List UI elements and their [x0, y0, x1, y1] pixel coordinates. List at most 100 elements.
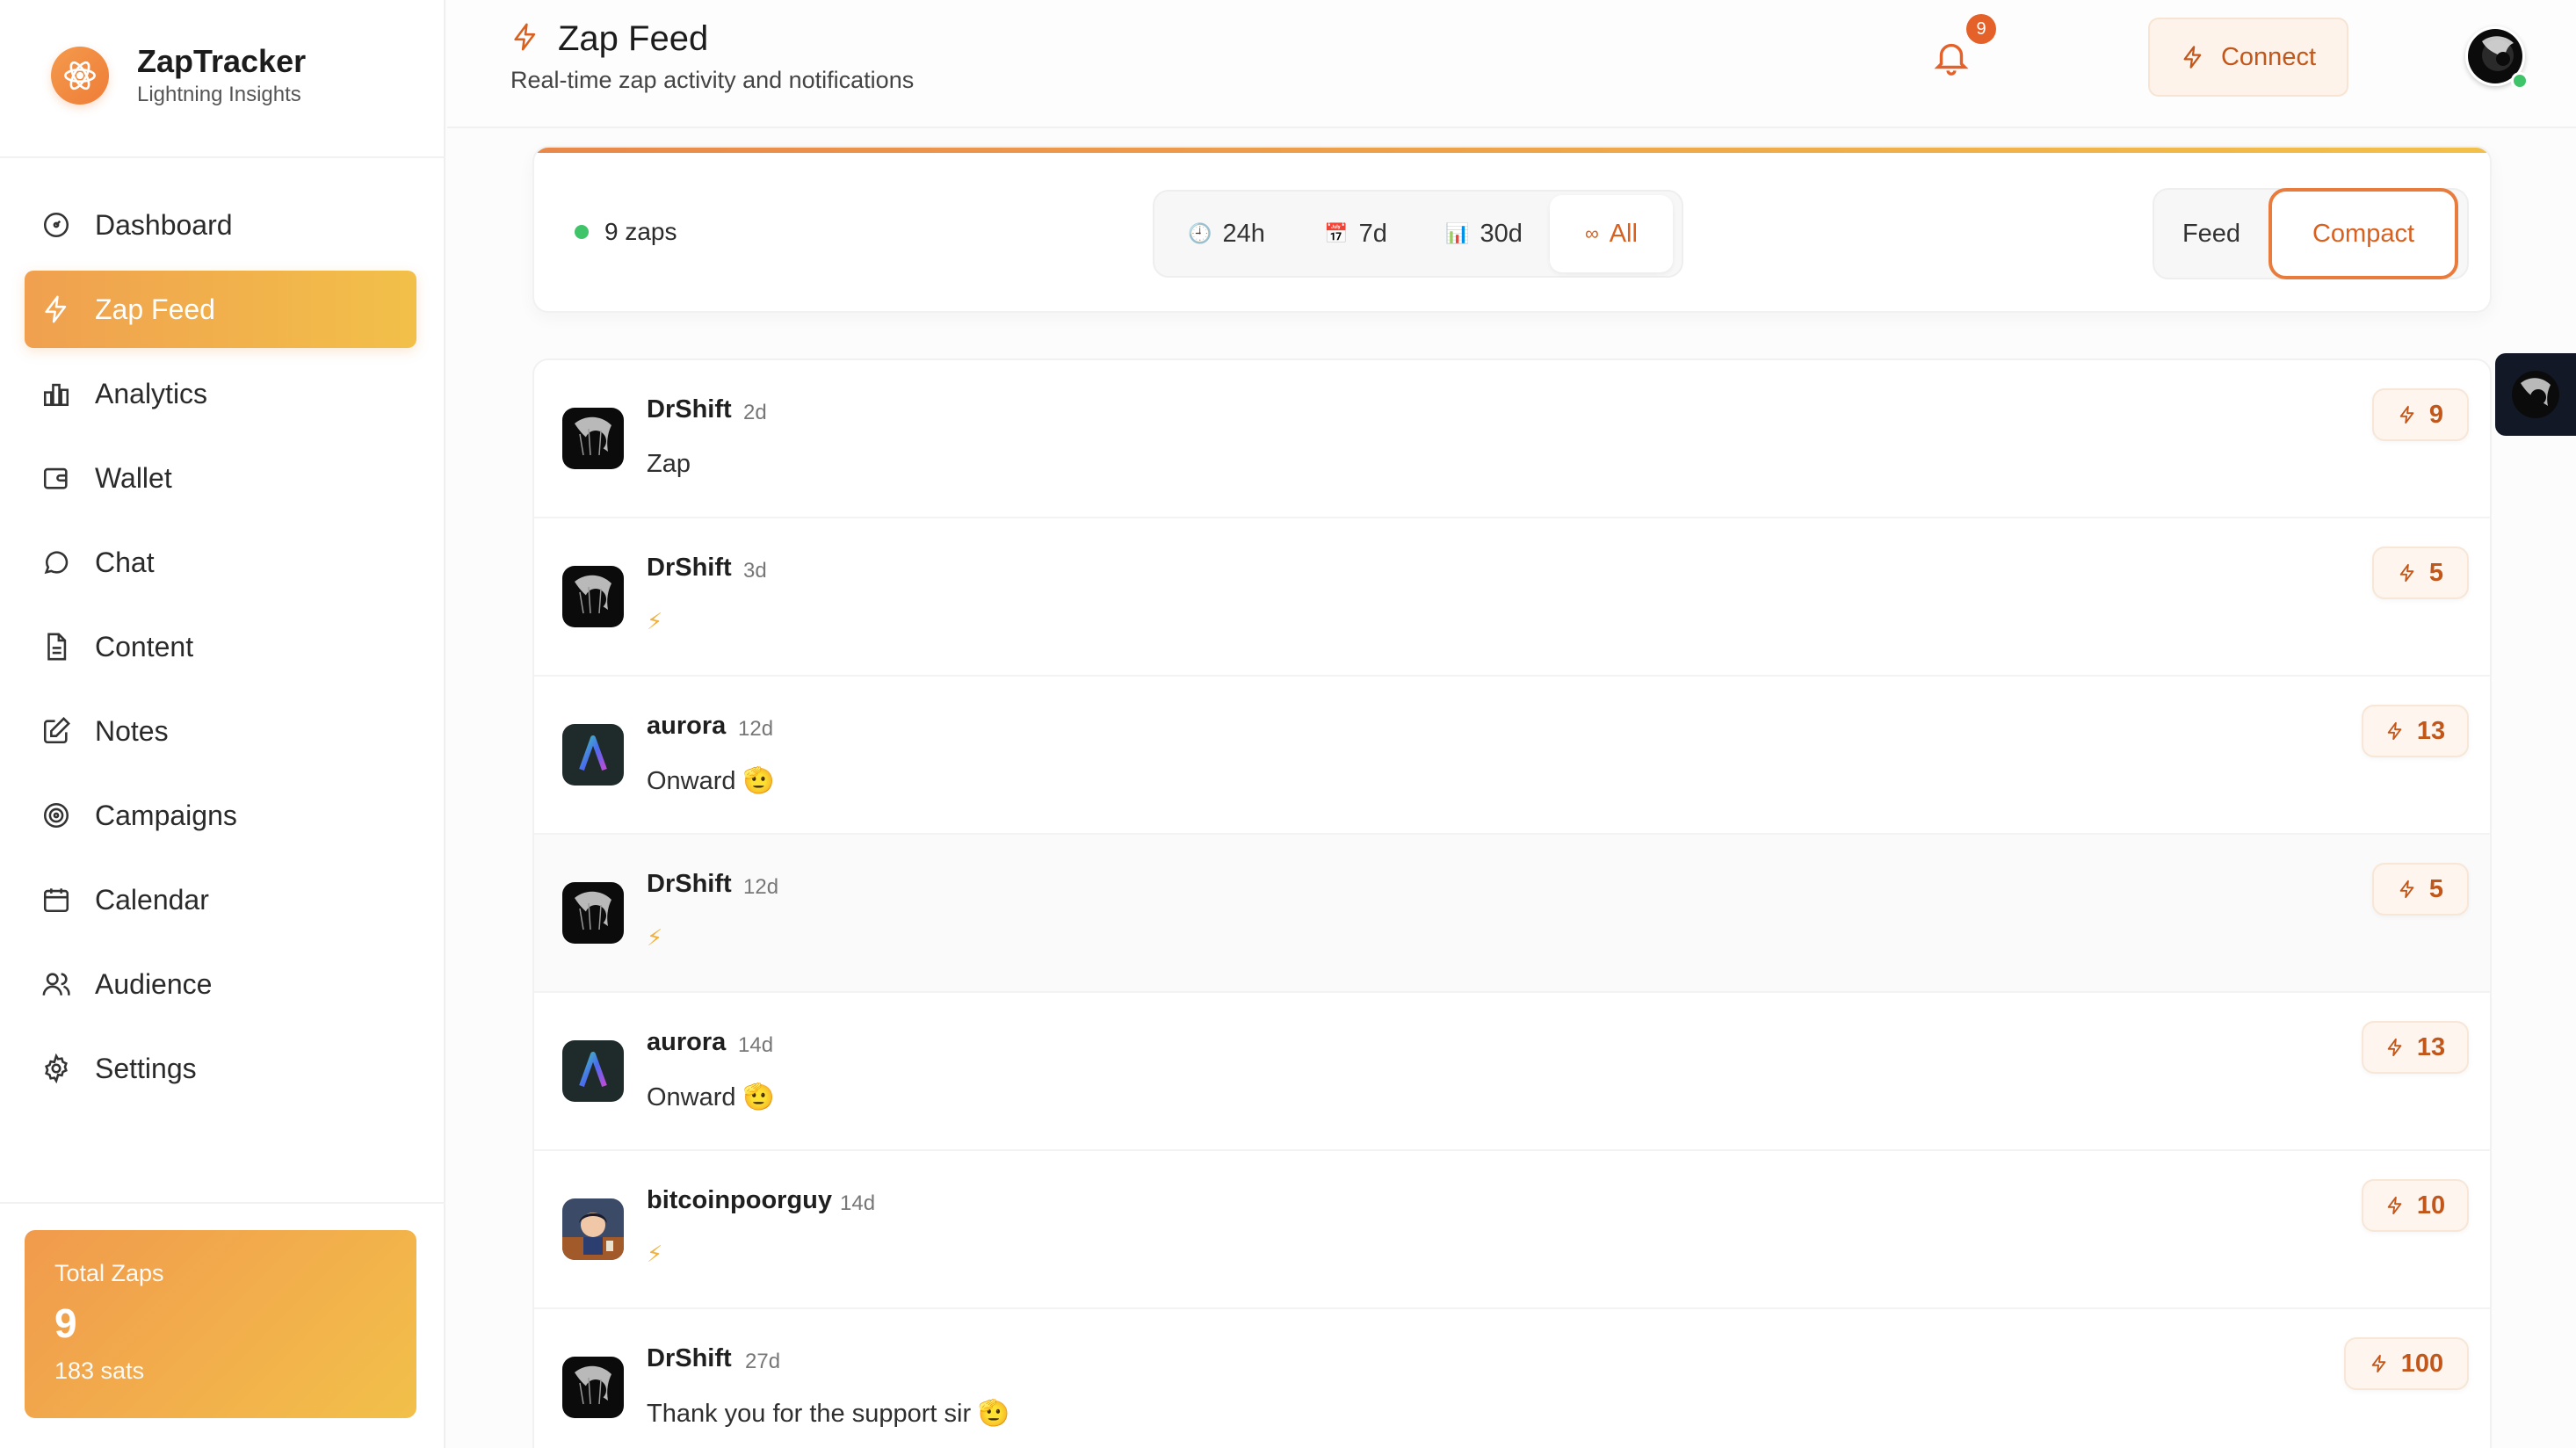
range-7d-button[interactable]: 📅 7d [1293, 195, 1418, 272]
page-title: Zap Feed [510, 19, 708, 59]
zap-amount: 10 [2416, 1191, 2446, 1220]
zap-amount: 9 [2428, 400, 2444, 429]
lightning-icon [40, 293, 72, 325]
list-item[interactable]: DrShift 3d ⚡ 5 [534, 518, 2490, 677]
range-label: 7d [1358, 219, 1387, 248]
zapper-name: DrShift [647, 1344, 732, 1372]
online-status-dot [2511, 72, 2529, 90]
range-all-button[interactable]: ∞ All [1550, 195, 1673, 272]
sidebar-item-label: Campaigns [95, 799, 237, 831]
zap-amount-badge: 13 [2362, 1021, 2469, 1074]
sidebar-item-label: Zap Feed [95, 293, 215, 325]
zap-amount-badge: 10 [2362, 1179, 2469, 1232]
sidebar-item-calendar[interactable]: Calendar [25, 861, 416, 938]
lightning-icon [2385, 1196, 2405, 1215]
range-24h-button[interactable]: 🕘 24h [1160, 195, 1293, 272]
sidebar-item-dashboard[interactable]: Dashboard [25, 186, 416, 264]
zap-list: DrShift 2d Zap 9 DrShift 3d ⚡ 5 aurora 1… [532, 358, 2492, 1448]
live-dot [575, 225, 589, 239]
zap-amount-badge: 9 [2372, 388, 2469, 441]
total-zaps-label: Total Zaps [54, 1260, 164, 1286]
zap-amount: 13 [2416, 716, 2446, 745]
range-label: All [1609, 219, 1638, 248]
time-range-selector: 🕘 24h 📅 7d 📊 30d ∞ All [1153, 190, 1683, 278]
zap-amount: 5 [2428, 558, 2444, 587]
avatar [562, 1040, 624, 1102]
range-30d-button[interactable]: 📊 30d [1418, 195, 1550, 272]
total-zaps-card: Total Zaps 9 183 sats [25, 1230, 416, 1418]
sidebar-item-audience[interactable]: Audience [25, 945, 416, 1023]
compact-view-button[interactable]: Compact [2268, 188, 2458, 279]
list-item[interactable]: aurora 12d Onward 🫡 13 [534, 677, 2490, 835]
filter-bar: 9 zaps 🕘 24h 📅 7d 📊 30d ∞ All Feed Compa… [532, 146, 2492, 313]
range-label: 24h [1222, 219, 1265, 248]
sidebar-item-content[interactable]: Content [25, 608, 416, 685]
bell-icon[interactable] [1931, 37, 1972, 77]
users-icon [40, 968, 72, 1000]
sidebar-item-campaigns[interactable]: Campaigns [25, 777, 416, 854]
atom-icon [51, 47, 109, 105]
avatar [562, 566, 624, 627]
calendar-icon [40, 884, 72, 916]
zap-count-text: 9 zaps [604, 218, 677, 245]
lightning-icon [2181, 45, 2205, 69]
list-item[interactable]: DrShift 27d Thank you for the support si… [534, 1309, 2490, 1448]
list-item[interactable]: aurora 14d Onward 🫡 13 [534, 993, 2490, 1151]
avatar [562, 724, 624, 786]
wallet-icon [40, 462, 72, 494]
sidebar-item-label: Wallet [95, 461, 172, 494]
divider [0, 156, 445, 158]
zap-message: ⚡ [647, 1241, 663, 1267]
sidebar-item-wallet[interactable]: Wallet [25, 439, 416, 517]
list-item[interactable]: bitcoinpoorguy 14d ⚡ 10 [534, 1151, 2490, 1309]
zap-amount-badge: 13 [2362, 705, 2469, 757]
divider [0, 1202, 445, 1204]
page-subtitle: Real-time zap activity and notifications [510, 67, 915, 93]
sidebar-item-label: Chat [95, 546, 155, 578]
sidebar-item-settings[interactable]: Settings [25, 1030, 416, 1107]
zap-amount: 13 [2416, 1032, 2446, 1061]
lightning-icon [510, 22, 540, 56]
feed-view-button[interactable]: Feed [2154, 190, 2268, 278]
lightning-icon [2385, 1038, 2405, 1057]
connect-button[interactable]: Connect [2148, 18, 2348, 97]
sidebar-item-zap-feed[interactable]: Zap Feed [25, 271, 416, 348]
sidebar-item-notes[interactable]: Notes [25, 692, 416, 770]
calendar-icon: 📅 [1324, 222, 1349, 244]
list-item[interactable]: DrShift 2d Zap 9 [534, 360, 2490, 518]
sidebar-item-label: Calendar [95, 883, 209, 916]
zapper-name: bitcoinpoorguy [647, 1186, 833, 1214]
sidebar: ZapTracker Lightning Insights Dashboard … [0, 0, 445, 1448]
sidebar-item-label: Analytics [95, 377, 208, 409]
list-item[interactable]: DrShift 12d ⚡ 5 [534, 835, 2490, 993]
sidebar-item-chat[interactable]: Chat [25, 524, 416, 601]
lightning-icon [2385, 721, 2405, 741]
floating-profile-tab[interactable] [2495, 353, 2576, 436]
notification-badge: 9 [1966, 14, 1996, 44]
view-toggle: Feed Compact [2153, 188, 2469, 279]
zapper-name: DrShift [647, 395, 732, 424]
sidebar-item-analytics[interactable]: Analytics [25, 355, 416, 432]
avatar [562, 882, 624, 944]
zap-amount-badge: 100 [2344, 1337, 2469, 1390]
zap-message: Onward 🫡 [647, 1083, 775, 1111]
sidebar-item-label: Settings [95, 1052, 197, 1084]
avatar [562, 408, 624, 469]
brand[interactable]: ZapTracker Lightning Insights [51, 42, 306, 109]
zap-time: 3d [743, 559, 767, 583]
zap-message: Thank you for the support sir 🫡 [647, 1400, 1010, 1428]
infinity-icon: ∞ [1585, 222, 1599, 244]
lightning-icon [2398, 405, 2417, 424]
zap-message: ⚡ [647, 924, 663, 951]
avatar [562, 1357, 624, 1418]
zap-amount: 100 [2400, 1349, 2444, 1378]
gear-icon [40, 1053, 72, 1084]
brand-name: ZapTracker [137, 43, 307, 79]
document-icon [40, 631, 72, 662]
sidebar-item-label: Audience [95, 967, 213, 1000]
zap-message: ⚡ [647, 608, 663, 634]
lightning-icon [2398, 563, 2417, 583]
top-header: Zap Feed Real-time zap activity and noti… [447, 0, 2576, 128]
pencil-square-icon [40, 715, 72, 747]
sidebar-nav: Dashboard Zap Feed Analytics Wallet Chat [25, 186, 416, 1114]
